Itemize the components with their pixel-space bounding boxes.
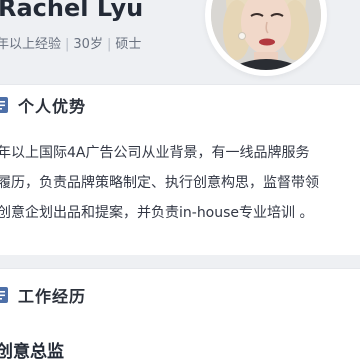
strengths-line: 履历，负责品牌策略制定、执行创意构思，监督带领 [0, 175, 319, 191]
avatar-frame[interactable] [205, 0, 327, 76]
strengths-line: 创意企划出品和提案，并负责in-house专业培训 。 [0, 205, 314, 221]
profile-header: Rachel Lyu 年以上经验 | 30岁 | 硕士 [0, 0, 360, 76]
work-header: 工作经历 [0, 283, 86, 307]
work-experience-card: 工作经历 创意总监 [0, 268, 360, 360]
meta-divider: | [65, 37, 70, 52]
work-title: 工作经历 [18, 287, 87, 306]
candidate-meta: 年以上经验 | 30岁 | 硕士 [0, 33, 141, 52]
degree-text: 硕士 [115, 37, 142, 52]
age-text: 30岁 [73, 37, 103, 52]
avatar-photo [211, 0, 321, 70]
strengths-card: 个人优势 年以上国际4A广告公司从业背景，有一线品牌服务 履历，负责品牌策略制定… [0, 84, 360, 255]
strengths-header: 个人优势 [0, 93, 86, 117]
meta-divider: | [106, 37, 112, 52]
avatar[interactable] [211, 0, 321, 70]
experience-text: 年以上经验 [0, 37, 62, 52]
resume-page: Rachel Lyu 年以上经验 | 30岁 | 硕士 个人优势 年以上国际4A… [0, 0, 360, 360]
document-icon [0, 287, 8, 303]
strengths-title: 个人优势 [18, 97, 87, 116]
strengths-line: 年以上国际4A广告公司从业背景，有一线品牌服务 [0, 145, 310, 161]
job-title[interactable]: 创意总监 [0, 337, 64, 360]
strengths-paragraph: 年以上国际4A广告公司从业背景，有一线品牌服务 履历，负责品牌策略制定、执行创意… [0, 138, 360, 228]
document-icon [0, 97, 8, 113]
candidate-name: Rachel Lyu [0, 0, 144, 22]
